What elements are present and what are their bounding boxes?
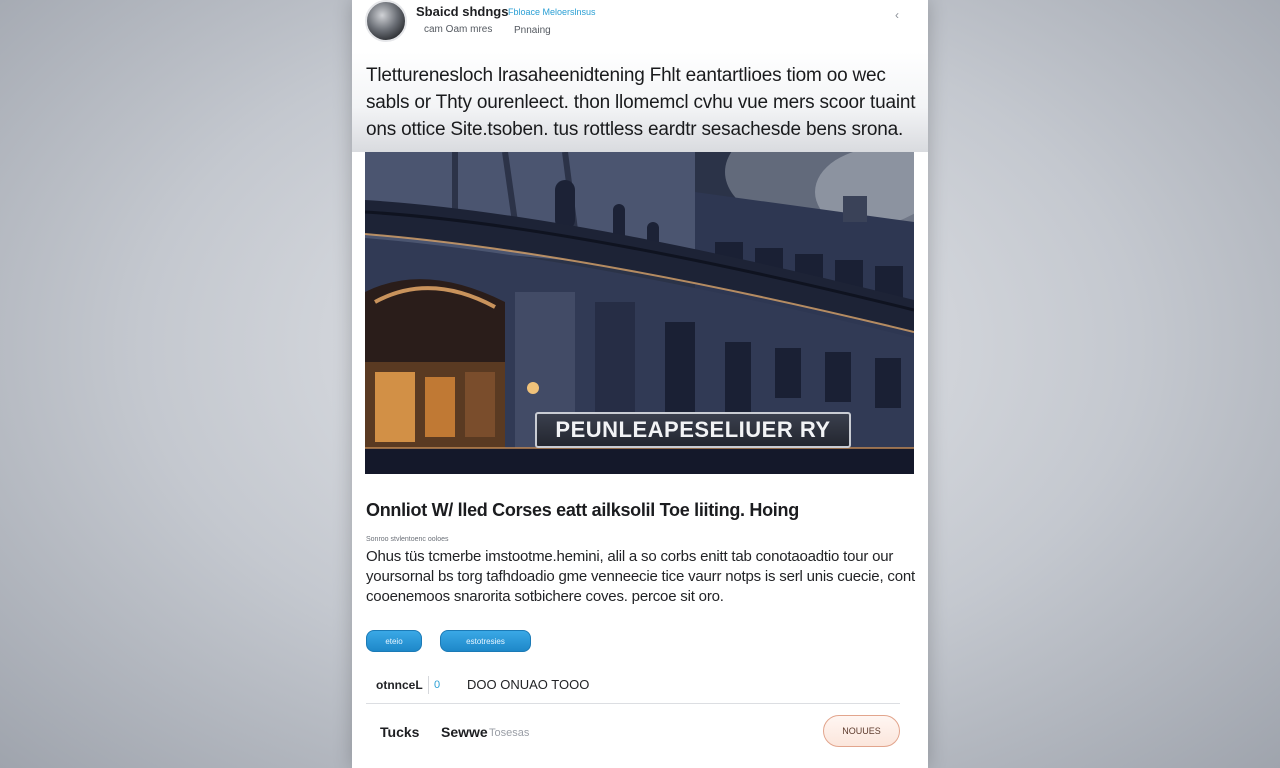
stat-divider — [428, 676, 429, 694]
post-meta-left: cam Oam mres — [424, 24, 493, 35]
article-body: Ohus tüs tcmerbe imstootme.hemini, alil … — [366, 548, 915, 605]
hero-banner: PEUNLEAPESELIUER RY — [535, 412, 851, 448]
author-name[interactable]: Sbaicd shdngs — [416, 4, 508, 19]
footer-link-left[interactable]: Tucks — [380, 724, 419, 740]
stats-row: otnnceL 0 DOO ONUAO TOOO — [366, 668, 900, 704]
avatar[interactable] — [365, 0, 407, 42]
stat-text: DOO ONUAO TOOO — [467, 677, 590, 692]
follow-button[interactable]: NOUUES — [823, 715, 900, 747]
post-headline: Tletturenesloch lrasaheenidtening Fhlt e… — [366, 65, 916, 140]
post-header: Sbaicd shdngs Fbloace Meloerslnsus cam O… — [352, 0, 928, 52]
chevron-icon[interactable]: ‹ — [890, 8, 904, 22]
article-meta: Sonroo stvlentoenc ooloes — [366, 536, 449, 543]
primary-button[interactable]: eteio — [366, 630, 422, 652]
footer-suffix: Tosesas — [489, 727, 530, 739]
secondary-button[interactable]: estotresies — [440, 630, 531, 652]
stat-label[interactable]: otnnceL — [376, 678, 423, 692]
author-tag[interactable]: Fbloace Meloerslnsus — [508, 7, 596, 17]
post-meta-right: Pnnaing — [514, 25, 551, 36]
stat-count: 0 — [434, 679, 441, 691]
divider — [366, 703, 900, 704]
hero-image[interactable]: PEUNLEAPESELIUER RY — [365, 152, 914, 474]
article-title[interactable]: Onnliot W/ lled Corses eatt ailksolil To… — [366, 500, 918, 521]
post-card: Sbaicd shdngs Fbloace Meloerslnsus cam O… — [352, 0, 928, 768]
footer-link-middle[interactable]: Sewwe — [441, 724, 488, 740]
